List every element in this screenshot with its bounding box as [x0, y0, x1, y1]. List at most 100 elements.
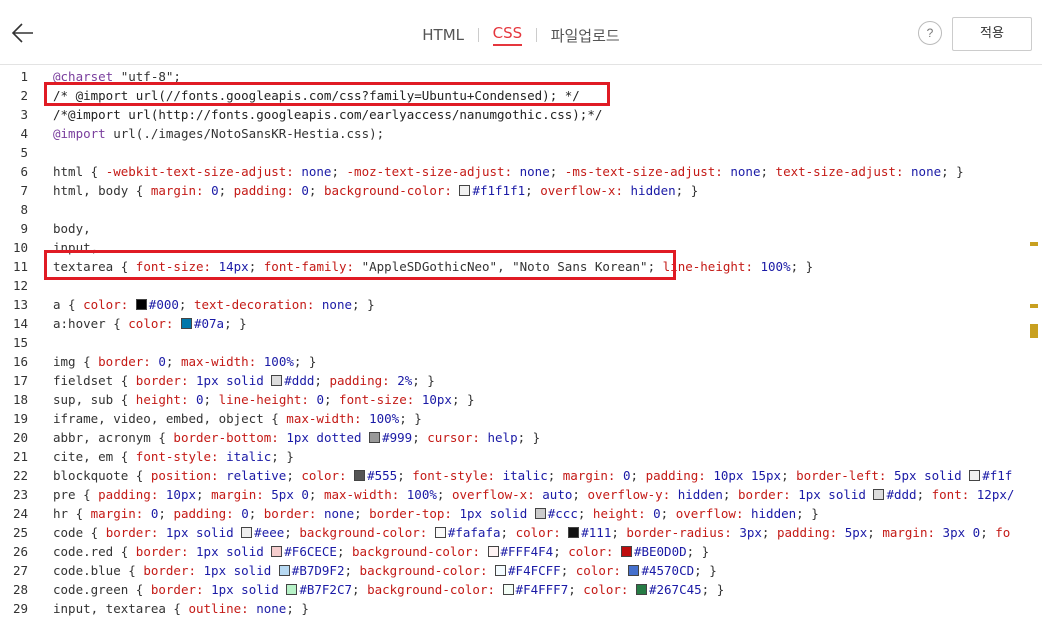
code-token: margin: — [150, 183, 212, 198]
code-token: 100% — [369, 411, 400, 426]
line-number: 24 — [12, 506, 28, 521]
code-token: ; — [178, 297, 194, 312]
color-swatch — [635, 584, 647, 595]
code-token: border: — [98, 354, 159, 369]
apply-button[interactable]: 적용 — [952, 17, 1032, 51]
code-token: ; } — [352, 297, 375, 312]
tab-file-upload[interactable]: 파일업로드 — [551, 25, 620, 46]
code-token: ; — [916, 487, 932, 502]
code-token: border: — [150, 582, 212, 597]
code-token: ; — [158, 506, 174, 521]
line-number: 5 — [20, 145, 28, 160]
code-token: none — [730, 164, 761, 179]
code-token: hidden — [630, 183, 676, 198]
code-token: #f1f1f1 — [472, 183, 526, 198]
code-token: #999 — [382, 430, 413, 445]
code-token: cursor: — [427, 430, 488, 445]
code-token: ; — [760, 164, 776, 179]
code-token: ; } — [286, 601, 309, 616]
code-token: ; — [660, 506, 676, 521]
code-token: hr { — [53, 506, 91, 521]
editor-tabs: HTML CSS 파일업로드 — [0, 24, 1042, 46]
code-token: a { — [53, 297, 84, 312]
code-token: ; — [314, 373, 330, 388]
code-token: a:hover { — [53, 316, 129, 331]
code-token: 3px 0 — [942, 525, 981, 540]
code-token: url(./images/NotoSansKR-Hestia.css); — [113, 126, 385, 141]
code-token: ; — [412, 430, 428, 445]
code-token: ; } — [412, 373, 435, 388]
code-token: background-color: — [323, 183, 460, 198]
color-swatch — [271, 546, 283, 557]
code-token: code { — [53, 525, 106, 540]
code-token: ; — [218, 183, 234, 198]
color-swatch — [502, 584, 514, 595]
code-text: cite, em { font-style: italic; } — [53, 447, 294, 466]
code-token: 1px solid — [196, 373, 272, 388]
code-token: background-color: — [359, 563, 496, 578]
code-token: border-bottom: — [173, 430, 287, 445]
code-token: ; — [344, 563, 360, 578]
line-number: 27 — [12, 563, 28, 578]
color-swatch — [180, 318, 192, 329]
code-token: line-height: — [218, 392, 317, 407]
code-token: ; — [286, 468, 302, 483]
code-token: fo — [995, 525, 1011, 540]
line-number: 1 — [20, 69, 28, 84]
code-token: code.red { — [53, 544, 136, 559]
code-token: 5px solid — [893, 468, 970, 483]
code-token: none — [301, 164, 332, 179]
code-token: 0 — [196, 392, 204, 407]
code-token: height: — [592, 506, 654, 521]
code-token: #FFF4F4 — [500, 544, 554, 559]
code-editor[interactable]: 1 @charset "utf-8"; 2/* @import url(//font… — [0, 65, 1042, 621]
code-token: ; — [248, 506, 264, 521]
line-number: 8 — [20, 202, 28, 217]
code-token: body, — [53, 221, 91, 236]
code-token: max-width: — [286, 411, 370, 426]
code-token: ; — [781, 468, 797, 483]
code-token: 5px — [844, 525, 868, 540]
tab-css[interactable]: CSS — [492, 24, 523, 46]
code-token: color: — [515, 525, 569, 540]
help-icon[interactable]: ? — [918, 21, 942, 45]
code-token: height: — [135, 392, 197, 407]
code-token: font-style: — [135, 449, 227, 464]
code-token: #267C45 — [648, 582, 702, 597]
line-number: 28 — [12, 582, 28, 597]
code-token: ; } — [675, 183, 699, 198]
code-token: ; — [560, 563, 576, 578]
code-text: sup, sub { height: 0; line-height: 0; fo… — [53, 390, 475, 409]
code-text: code.red { border: 1px solid #F6CECE; ba… — [53, 542, 709, 561]
code-token: 12px/ — [976, 487, 1015, 502]
highlight-box-line-2 — [44, 82, 610, 106]
color-swatch — [459, 185, 471, 196]
top-bar: HTML CSS 파일업로드 ? 적용 — [0, 0, 1042, 65]
line-number: 13 — [12, 297, 28, 312]
code-token: ; — [761, 525, 777, 540]
color-swatch — [286, 584, 298, 595]
code-token: ; — [336, 544, 353, 559]
code-token: color: — [301, 468, 355, 483]
code-token: ; } — [451, 392, 475, 407]
tab-html[interactable]: HTML — [422, 26, 464, 44]
code-token: ; } — [686, 544, 710, 559]
code-token: #f1f — [982, 468, 1013, 483]
code-token: ; — [500, 525, 516, 540]
code-token: padding: — [173, 506, 242, 521]
color-swatch — [278, 565, 290, 576]
code-text: abbr, acronym { border-bottom: 1px dotte… — [53, 428, 540, 447]
code-token: position: — [150, 468, 227, 483]
code-token: none — [321, 297, 353, 312]
code-token: /*@import url(http://fonts.googleapis.co… — [53, 107, 603, 122]
code-token: overflow: — [675, 506, 751, 521]
code-token: border: — [143, 563, 204, 578]
code-token: @import — [53, 126, 114, 141]
code-token: blockquote { — [53, 468, 151, 483]
code-token: 1px solid — [203, 563, 279, 578]
code-token: input, textarea { — [53, 601, 189, 616]
code-text: a:hover { color: #07a; } — [53, 314, 247, 333]
code-token: #000 — [148, 297, 179, 312]
code-token: 100% — [406, 487, 437, 502]
line-number: 12 — [12, 278, 28, 293]
